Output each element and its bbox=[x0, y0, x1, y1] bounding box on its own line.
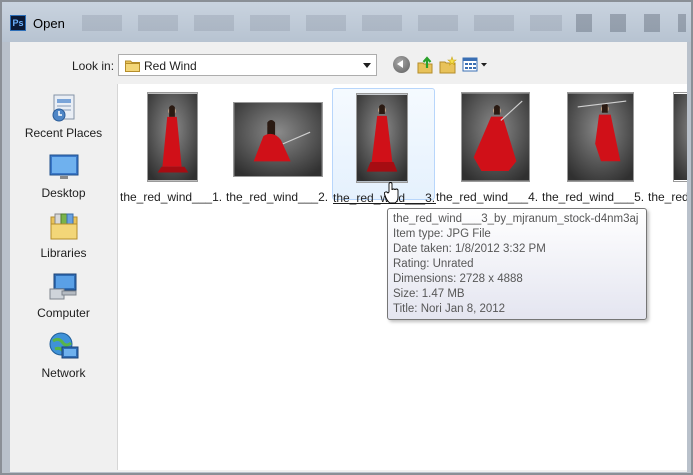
place-computer[interactable]: Computer bbox=[10, 266, 117, 324]
places-bar: Recent Places Desktop Libraries Computer… bbox=[10, 84, 117, 470]
photo-thumbnail bbox=[567, 92, 634, 182]
libraries-icon bbox=[50, 213, 78, 240]
photo-thumbnail bbox=[461, 92, 530, 182]
back-button[interactable] bbox=[393, 56, 410, 73]
file-name: the_red_wind___4... bbox=[436, 190, 539, 204]
folder-icon bbox=[125, 60, 140, 72]
file-item-4[interactable]: the_red_wind___4... bbox=[436, 88, 539, 204]
look-in-value: Red Wind bbox=[144, 59, 197, 73]
tooltip-date-taken: Date taken: 1/8/2012 3:32 PM bbox=[393, 243, 546, 255]
view-menu-icon[interactable] bbox=[462, 56, 492, 74]
tooltip-dimensions: Dimensions: 2728 x 4888 bbox=[393, 273, 523, 285]
dialog-body: Look in: Red Wind Recent Places Desktop … bbox=[10, 42, 687, 472]
place-label: Recent Places bbox=[24, 126, 103, 140]
place-libraries[interactable]: Libraries bbox=[10, 206, 117, 264]
photo-thumbnail bbox=[233, 102, 323, 177]
window-title: Open bbox=[33, 16, 65, 31]
file-item-5[interactable]: the_red_wind___5... bbox=[542, 88, 645, 204]
tooltip-rating: Rating: Unrated bbox=[393, 258, 474, 270]
tooltip-file-name: the_red_wind___3_by_mjranum_stock-d4nm3a… bbox=[393, 213, 639, 225]
file-info-tooltip: the_red_wind___3_by_mjranum_stock-d4nm3a… bbox=[387, 208, 647, 320]
place-label: Libraries bbox=[40, 246, 87, 260]
place-recent-places[interactable]: Recent Places bbox=[10, 86, 117, 144]
background-menu-bar bbox=[82, 15, 562, 31]
file-name: the_red_wind___5... bbox=[542, 190, 645, 204]
file-item-2[interactable]: the_red_wind___2... bbox=[226, 88, 329, 204]
background-toolbar-icons bbox=[576, 14, 686, 32]
photoshop-app-icon: Ps bbox=[10, 15, 26, 31]
tooltip-size: Size: 1.47 MB bbox=[393, 288, 465, 300]
tooltip-title: Title: Nori Jan 8, 2012 bbox=[393, 303, 506, 315]
file-item-6[interactable]: the_red bbox=[648, 88, 687, 204]
desktop-icon bbox=[49, 154, 79, 179]
look-in-dropdown[interactable]: Red Wind bbox=[118, 54, 377, 76]
place-label: Computer bbox=[37, 306, 90, 320]
chevron-down-icon[interactable] bbox=[363, 63, 371, 68]
new-folder-icon[interactable] bbox=[439, 56, 457, 74]
recent-places-icon bbox=[52, 94, 75, 122]
title-bar[interactable]: Ps Open bbox=[2, 2, 691, 42]
place-label: Network bbox=[41, 366, 86, 380]
place-desktop[interactable]: Desktop bbox=[10, 146, 117, 204]
file-name: the_red bbox=[648, 190, 687, 204]
tooltip-item-type: Item type: JPG File bbox=[393, 228, 491, 240]
photo-thumbnail bbox=[147, 92, 198, 182]
up-one-level-icon[interactable] bbox=[416, 56, 434, 74]
photo-thumbnail bbox=[356, 93, 408, 183]
file-name: the_red_wind___1... bbox=[120, 190, 223, 204]
photo-thumbnail bbox=[673, 92, 687, 182]
network-icon bbox=[49, 332, 79, 359]
place-label: Desktop bbox=[41, 186, 86, 200]
computer-icon bbox=[49, 273, 77, 300]
look-in-label: Look in: bbox=[72, 59, 115, 73]
file-name: the_red_wind___2... bbox=[226, 190, 329, 204]
hand-cursor-icon bbox=[384, 182, 399, 204]
place-network[interactable]: Network bbox=[10, 326, 117, 384]
file-item-1[interactable]: the_red_wind___1... bbox=[120, 88, 223, 204]
open-dialog-window: Ps Open Look in: Red Wind Recent Places … bbox=[0, 0, 693, 475]
